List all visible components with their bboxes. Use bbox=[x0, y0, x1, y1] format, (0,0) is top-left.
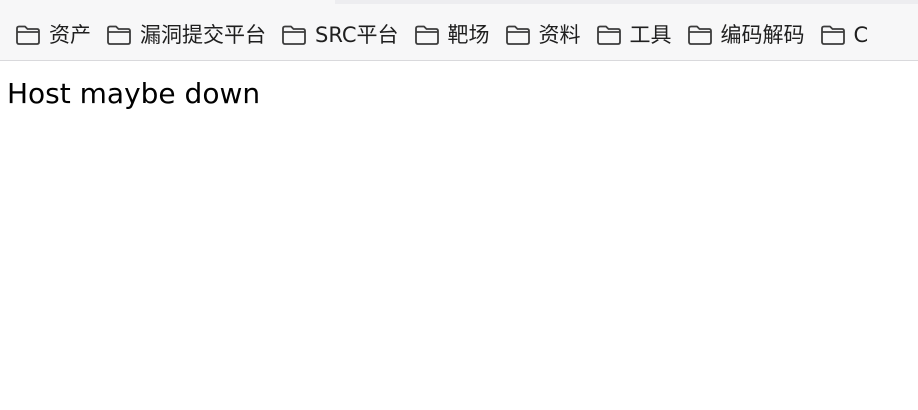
bookmark-label: 资料 bbox=[538, 23, 581, 47]
folder-icon bbox=[687, 24, 713, 46]
bookmark-folder-tools[interactable]: 工具 bbox=[596, 20, 672, 50]
bookmark-folder-encode-decode[interactable]: 编码解码 bbox=[687, 20, 805, 50]
bookmark-folder-range[interactable]: 靶场 bbox=[414, 20, 490, 50]
bookmark-label: 编码解码 bbox=[720, 23, 805, 47]
bookmarks-toolbar: 资产 漏洞提交平台 SRC平台 靶场 资料 工具 编码解码 C bbox=[0, 0, 918, 61]
folder-icon bbox=[414, 24, 440, 46]
tab-strip-edge bbox=[335, 0, 918, 4]
bookmark-label: 漏洞提交平台 bbox=[140, 23, 266, 47]
folder-icon bbox=[596, 24, 622, 46]
bookmark-folder-truncated[interactable]: C bbox=[820, 20, 869, 50]
bookmark-folder-vuln-submit[interactable]: 漏洞提交平台 bbox=[106, 20, 266, 50]
bookmark-label: SRC平台 bbox=[315, 23, 399, 47]
folder-icon bbox=[106, 24, 132, 46]
page-content: Host maybe down bbox=[0, 61, 918, 111]
folder-icon bbox=[281, 24, 307, 46]
bookmark-label: 资产 bbox=[49, 23, 91, 47]
bookmark-folder-docs[interactable]: 资料 bbox=[505, 20, 581, 50]
bookmark-label: C bbox=[853, 23, 869, 47]
folder-icon bbox=[505, 24, 531, 46]
folder-icon bbox=[15, 24, 41, 46]
folder-icon bbox=[820, 24, 846, 46]
bookmark-list: 资产 漏洞提交平台 SRC平台 靶场 资料 工具 编码解码 C bbox=[0, 20, 868, 50]
bookmark-folder-src[interactable]: SRC平台 bbox=[281, 20, 399, 50]
page-message: Host maybe down bbox=[7, 77, 261, 110]
bookmark-folder-assets[interactable]: 资产 bbox=[15, 20, 91, 50]
bookmark-label: 工具 bbox=[629, 23, 672, 47]
bookmark-label: 靶场 bbox=[447, 23, 490, 47]
